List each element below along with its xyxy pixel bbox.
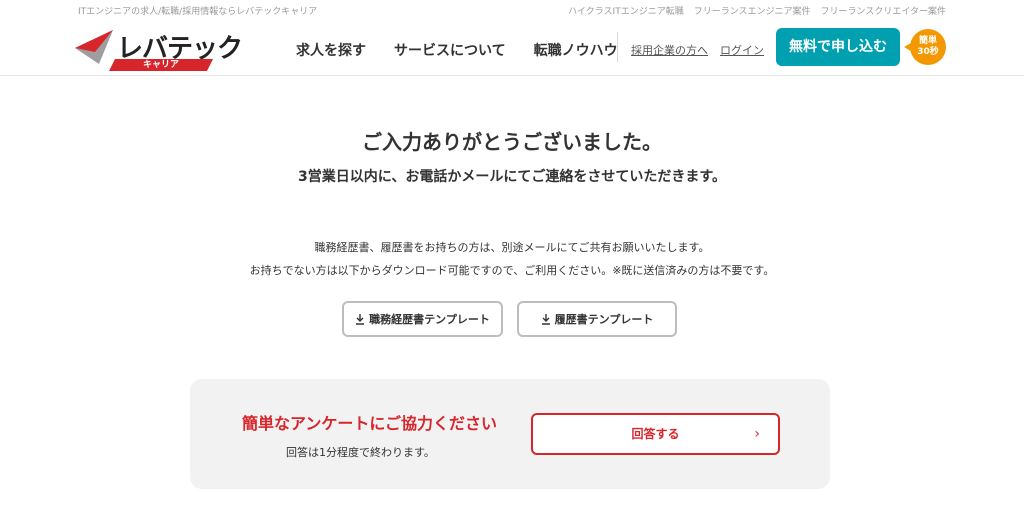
corporate-link[interactable]: 採用企業の方へ (631, 42, 708, 58)
career-history-template-label: 職務経歴書テンプレート (369, 313, 490, 326)
main-menu: 求人を探す サービスについて 転職ノウハウ (296, 40, 618, 60)
freelance-creator-link[interactable]: フリーランスクリエイター案件 (821, 4, 946, 17)
answer-survey-button[interactable]: 回答する › (531, 413, 780, 455)
note-line-2: お持ちでない方は以下からダウンロード可能ですので、ご利用ください。※既に送信済み… (249, 264, 775, 277)
easy-30sec-badge: 簡単 30秒 (904, 29, 946, 65)
resume-template-label: 履歴書テンプレート (554, 313, 654, 326)
career-history-template-button[interactable]: 職務経歴書テンプレート (342, 301, 503, 337)
document-note: 職務経歴書、履歴書をお持ちの方は、別途メールにてご共有お願いいたします。 お持ち… (0, 236, 1024, 282)
chevron-right-icon: › (754, 426, 760, 442)
resume-template-button[interactable]: 履歴書テンプレート (517, 301, 677, 337)
site-header: レバテック キャリア 求人を探す サービスについて 転職ノウハウ 採用企業の方へ… (0, 18, 1024, 76)
login-link[interactable]: ログイン (720, 42, 764, 58)
site-tagline: ITエンジニアの求人/転職/採用情報ならレバテックキャリア (78, 7, 318, 17)
badge-line-2: 30秒 (917, 47, 939, 57)
highclass-link[interactable]: ハイクラスITエンジニア転職 (568, 4, 684, 17)
answer-survey-label: 回答する (631, 427, 680, 441)
external-links: ハイクラスITエンジニア転職 フリーランスエンジニア案件 フリーランスクリエイタ… (568, 4, 946, 17)
survey-description: 回答は1分程度で終わります。 (286, 446, 435, 459)
note-line-1: 職務経歴書、履歴書をお持ちの方は、別途メールにてご共有お願いいたします。 (314, 241, 710, 254)
badge-line-1: 簡単 (918, 36, 937, 46)
header-divider (617, 32, 618, 62)
menu-item-about-service[interactable]: サービスについて (394, 40, 506, 60)
survey-title: 簡単なアンケートにご協力ください (242, 414, 498, 433)
logo-subtitle: キャリア (109, 59, 213, 71)
menu-item-career-knowhow[interactable]: 転職ノウハウ (534, 40, 618, 60)
logo-mark-icon (75, 30, 113, 64)
menu-item-search-jobs[interactable]: 求人を探す (296, 40, 366, 60)
top-utility-bar: ITエンジニアの求人/転職/採用情報ならレバテックキャリア ハイクラスITエンジ… (0, 0, 1024, 18)
download-icon (356, 313, 365, 325)
brand-logo[interactable]: レバテック キャリア (73, 26, 243, 71)
freelance-engineer-link[interactable]: フリーランスエンジニア案件 (694, 4, 811, 17)
page-subtitle: 3営業日以内に、お電話かメールにてご連絡をさせていただきます。 (298, 169, 726, 185)
signup-button[interactable]: 無料で申し込む (776, 28, 900, 66)
download-icon (541, 313, 550, 325)
survey-panel: 簡単なアンケートにご協力ください 回答は1分程度で終わります。 回答する › (190, 379, 830, 489)
page-title: ご入力ありがとうございました。 (362, 130, 662, 154)
